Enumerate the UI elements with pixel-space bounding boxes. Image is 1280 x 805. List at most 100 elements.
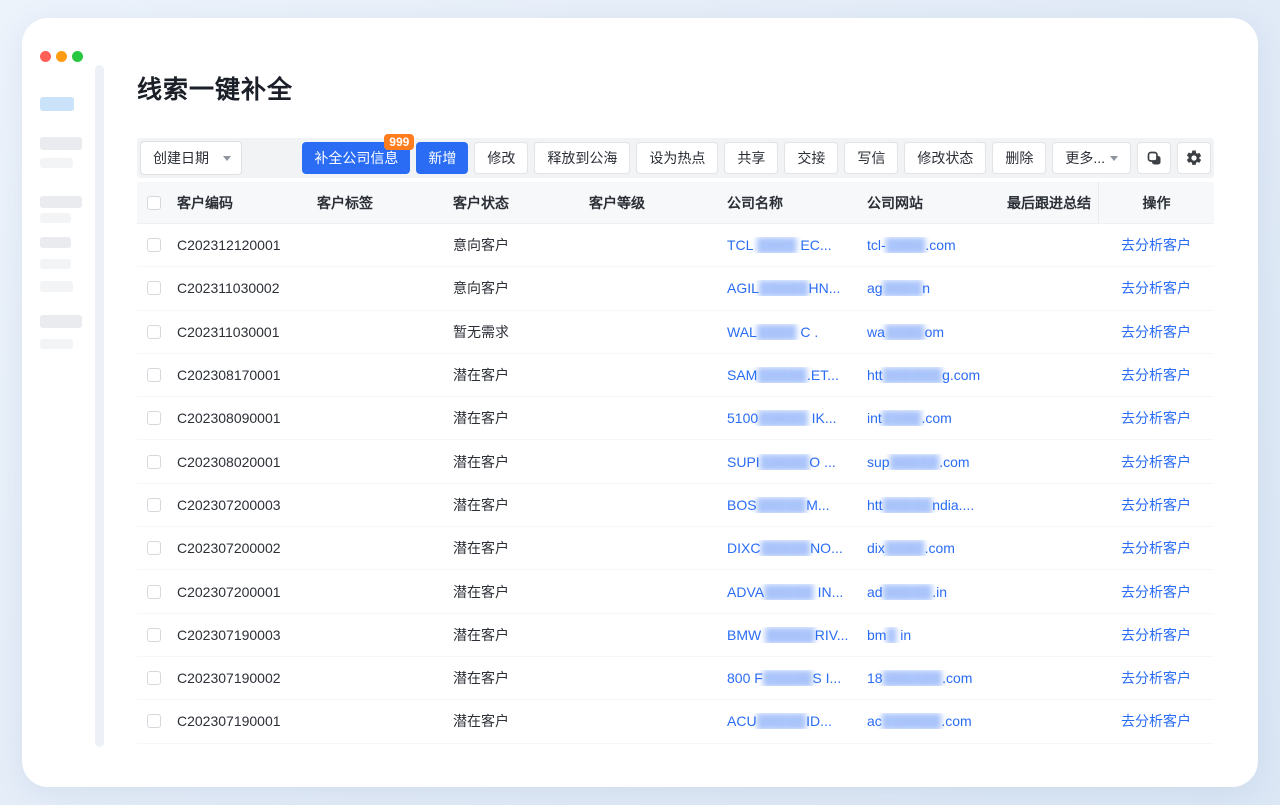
cell-company-website-link[interactable]: bm█ in	[867, 627, 1007, 643]
cell-company-name-link[interactable]: BMW █████RIV...	[727, 627, 867, 643]
cell-company-name-link[interactable]: 800 F█████S I...	[727, 670, 867, 686]
cell-company-name-link[interactable]: 5100█████ IK...	[727, 410, 867, 426]
share-button[interactable]: 共享	[724, 142, 778, 174]
analyze-customer-link[interactable]: 去分析客户	[1121, 454, 1191, 470]
cell-actions: 去分析客户	[1098, 495, 1214, 515]
column-followup-summary: 最后跟进总结	[1007, 193, 1098, 213]
row-checkbox[interactable]	[147, 455, 161, 469]
cell-company-website-link[interactable]: ac██████.com	[867, 713, 1007, 729]
cell-actions: 去分析客户	[1098, 582, 1214, 602]
cell-actions: 去分析客户	[1098, 711, 1214, 731]
cell-actions: 去分析客户	[1098, 235, 1214, 255]
cell-company-name-link[interactable]: ACU█████ID...	[727, 713, 867, 729]
cell-actions: 去分析客户	[1098, 668, 1214, 688]
delete-button[interactable]: 删除	[992, 142, 1046, 174]
row-checkbox[interactable]	[147, 714, 161, 728]
change-status-button[interactable]: 修改状态	[904, 142, 986, 174]
table-row: C202308090001潜在客户5100█████ IK...int████.…	[137, 397, 1214, 440]
cell-customer-status: 潜在客户	[453, 538, 589, 558]
cell-company-website-link[interactable]: dix████.com	[867, 540, 1007, 556]
cell-company-website-link[interactable]: ad█████.in	[867, 584, 1007, 600]
add-button[interactable]: 新增	[416, 142, 468, 174]
cell-customer-code: C202308170001	[177, 367, 317, 383]
cell-company-name-link[interactable]: TCL ████ EC...	[727, 237, 867, 253]
table-row: C202308170001潜在客户SAM█████.ET...htt██████…	[137, 354, 1214, 397]
cell-company-name-link[interactable]: SAM█████.ET...	[727, 367, 867, 383]
cell-actions: 去分析客户	[1098, 322, 1214, 342]
cell-customer-code: C202308020001	[177, 454, 317, 470]
more-button[interactable]: 更多...	[1052, 142, 1131, 174]
cell-customer-status: 意向客户	[453, 278, 589, 298]
analyze-customer-link[interactable]: 去分析客户	[1121, 410, 1191, 426]
cell-customer-code: C202307200003	[177, 497, 317, 513]
zoom-window-dot[interactable]	[72, 51, 83, 62]
analyze-customer-link[interactable]: 去分析客户	[1121, 627, 1191, 643]
cell-company-website-link[interactable]: sup█████.com	[867, 454, 1007, 470]
cell-company-name-link[interactable]: DIXC█████NO...	[727, 540, 867, 556]
analyze-customer-link[interactable]: 去分析客户	[1121, 324, 1191, 340]
cell-company-name-link[interactable]: AGIL█████HN...	[727, 280, 867, 296]
cell-company-name-link[interactable]: WAL████ C .	[727, 324, 867, 340]
write-email-button[interactable]: 写信	[844, 142, 898, 174]
cell-company-website-link[interactable]: tcl-████.com	[867, 237, 1007, 253]
row-checkbox[interactable]	[147, 281, 161, 295]
cell-customer-status: 暂无需求	[453, 322, 589, 342]
cell-customer-status: 潜在客户	[453, 582, 589, 602]
complete-company-info-button[interactable]: 补全公司信息 999	[302, 142, 410, 174]
table-row: C202311030002意向客户AGIL█████HN...ag████n去分…	[137, 267, 1214, 310]
cell-company-name-link[interactable]: SUPI█████O ...	[727, 454, 867, 470]
column-customer-tag: 客户标签	[317, 193, 453, 213]
window-controls	[40, 51, 83, 62]
cell-actions: 去分析客户	[1098, 408, 1214, 428]
handover-button[interactable]: 交接	[784, 142, 838, 174]
minimize-window-dot[interactable]	[56, 51, 67, 62]
table-row: C202307200001 潜在客户 ADVA█████ IN...ad█████.…	[137, 570, 1214, 613]
set-hotspot-button[interactable]: 设为热点	[636, 142, 718, 174]
row-checkbox[interactable]	[147, 498, 161, 512]
sidebar-item-placeholder	[40, 259, 71, 269]
cell-company-name-link[interactable]: ADVA█████ IN...	[727, 584, 867, 600]
cell-customer-code: C202307190003	[177, 627, 317, 643]
analyze-customer-link[interactable]: 去分析客户	[1121, 713, 1191, 729]
analyze-customer-link[interactable]: 去分析客户	[1121, 237, 1191, 253]
row-checkbox[interactable]	[147, 541, 161, 555]
cell-company-website-link[interactable]: ag████n	[867, 280, 1007, 296]
sidebar-active-item-placeholder[interactable]	[40, 97, 74, 111]
sidebar-item-placeholder	[40, 315, 82, 328]
analyze-customer-link[interactable]: 去分析客户	[1121, 280, 1191, 296]
cell-customer-status: 潜在客户	[453, 452, 589, 472]
gear-icon	[1185, 149, 1203, 167]
column-customer-code: 客户编码	[177, 193, 317, 213]
sync-button[interactable]	[1137, 142, 1171, 174]
cell-customer-code: C202307190001	[177, 713, 317, 729]
cell-company-website-link[interactable]: htt█████ndia....	[867, 497, 1007, 513]
analyze-customer-link[interactable]: 去分析客户	[1121, 367, 1191, 383]
analyze-customer-link[interactable]: 去分析客户	[1121, 497, 1191, 513]
close-window-dot[interactable]	[40, 51, 51, 62]
row-checkbox[interactable]	[147, 238, 161, 252]
edit-button[interactable]: 修改	[474, 142, 528, 174]
row-checkbox[interactable]	[147, 325, 161, 339]
cell-company-website-link[interactable]: int████.com	[867, 410, 1007, 426]
cell-company-website-link[interactable]: htt██████g.com	[867, 367, 1007, 383]
cell-company-name-link[interactable]: BOS█████M...	[727, 497, 867, 513]
row-checkbox[interactable]	[147, 368, 161, 382]
row-checkbox[interactable]	[147, 671, 161, 685]
cell-company-website-link[interactable]: 18██████.com	[867, 670, 1007, 686]
chevron-down-icon	[1110, 156, 1118, 161]
select-all-checkbox[interactable]	[147, 196, 161, 210]
release-to-public-pool-button[interactable]: 释放到公海	[534, 142, 630, 174]
analyze-customer-link[interactable]: 去分析客户	[1121, 670, 1191, 686]
cell-customer-status: 潜在客户	[453, 711, 589, 731]
cell-company-website-link[interactable]: wa████om	[867, 324, 1007, 340]
row-checkbox[interactable]	[147, 411, 161, 425]
create-date-filter-select[interactable]: 创建日期	[140, 141, 242, 175]
table-row: C202307200002潜在客户DIXC█████NO...dix████.c…	[137, 527, 1214, 570]
analyze-customer-link[interactable]: 去分析客户	[1121, 540, 1191, 556]
settings-button[interactable]	[1177, 142, 1211, 174]
analyze-customer-link[interactable]: 去分析客户	[1121, 584, 1191, 600]
cell-customer-code: C202307200001	[177, 584, 317, 600]
row-checkbox[interactable]	[147, 585, 161, 599]
row-checkbox[interactable]	[147, 628, 161, 642]
column-company-website: 公司网站	[867, 193, 1007, 213]
